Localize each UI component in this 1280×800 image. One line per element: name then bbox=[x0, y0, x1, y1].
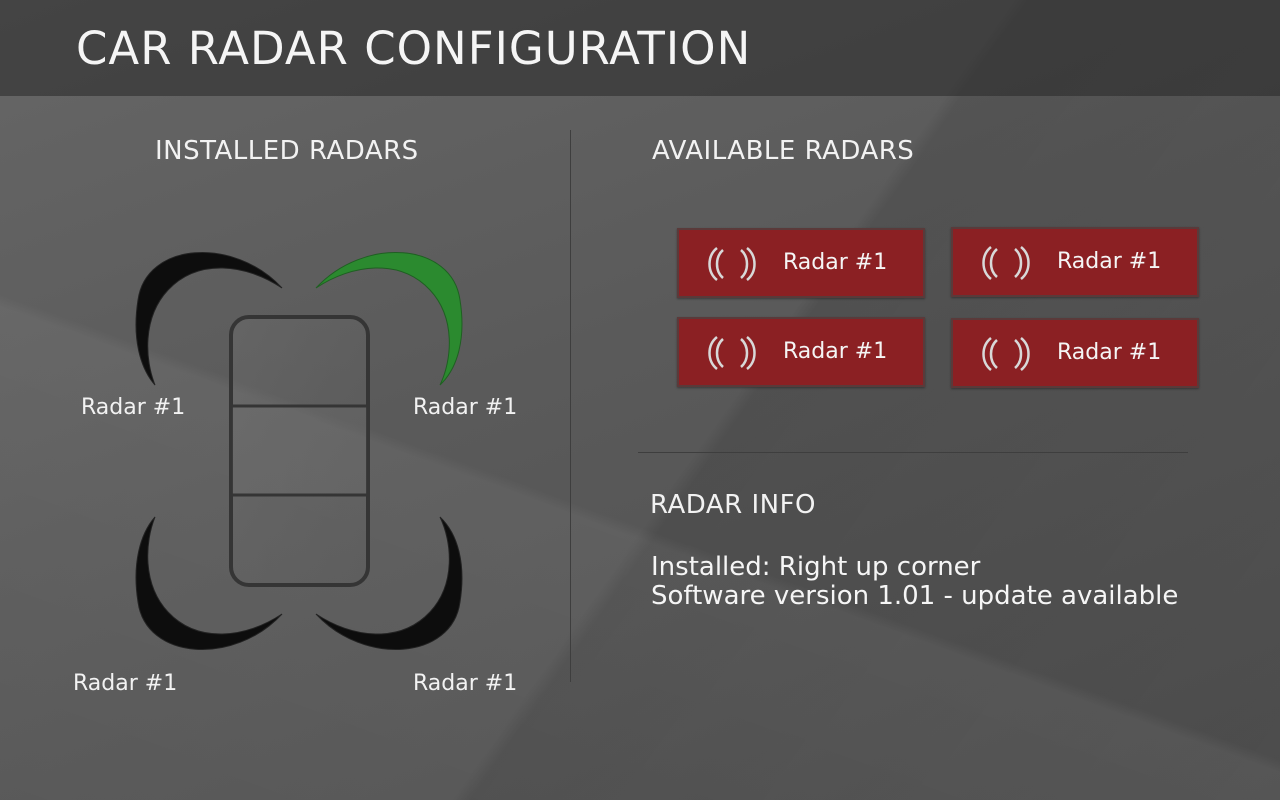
available-radars-title: AVAILABLE RADARS bbox=[652, 136, 915, 166]
radar-waves-icon bbox=[982, 337, 1030, 371]
car-top-view-icon bbox=[229, 315, 370, 587]
available-radar-label: Radar #1 bbox=[1057, 249, 1162, 274]
available-radar-label: Radar #1 bbox=[1057, 340, 1162, 365]
radar-label-bottom-left: Radar #1 bbox=[73, 671, 178, 696]
available-radar-button-2[interactable]: Radar #1 bbox=[951, 227, 1199, 297]
installed-location-text: Installed: Right up corner bbox=[651, 552, 981, 582]
radar-label-bottom-right: Radar #1 bbox=[413, 671, 518, 696]
available-radar-button-4[interactable]: Radar #1 bbox=[951, 318, 1199, 388]
available-radar-button-1[interactable]: Radar #1 bbox=[677, 228, 925, 298]
available-radar-label: Radar #1 bbox=[783, 339, 888, 364]
section-divider-vertical bbox=[570, 130, 571, 682]
app-window: CAR RADAR CONFIGURATION INSTALLED RADARS… bbox=[0, 0, 1280, 800]
radar-label-top-left: Radar #1 bbox=[81, 395, 186, 420]
radar-waves-icon bbox=[708, 336, 756, 370]
software-version-text: Software version 1.01 - update available bbox=[651, 581, 1179, 611]
car-radar-diagram bbox=[135, 251, 463, 651]
available-radar-label: Radar #1 bbox=[783, 250, 888, 275]
radar-waves-icon bbox=[708, 247, 756, 281]
radar-label-top-right: Radar #1 bbox=[413, 395, 518, 420]
section-divider-horizontal bbox=[638, 452, 1188, 453]
radar-info-title: RADAR INFO bbox=[650, 490, 817, 520]
available-radar-button-3[interactable]: Radar #1 bbox=[677, 317, 925, 387]
radar-waves-icon bbox=[982, 246, 1030, 280]
